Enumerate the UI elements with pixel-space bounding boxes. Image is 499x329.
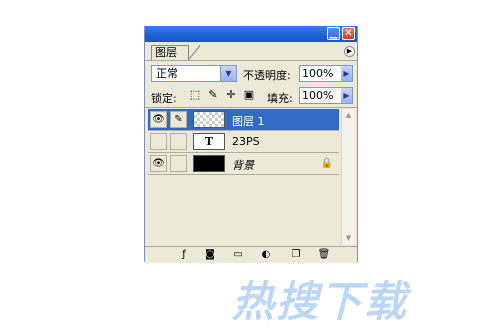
eye-icon[interactable]: 👁 — [150, 111, 167, 128]
lock-image-brush-icon[interactable]: ✎ — [207, 89, 219, 101]
layer-row-1[interactable]: 👁 ✎ 图层 1 — [148, 109, 339, 131]
layer-name: 背景 — [232, 159, 254, 172]
lock-transparent-icon[interactable]: ⬚ — [189, 89, 201, 101]
fill-label: 填充: — [267, 92, 293, 105]
link-toggle-empty[interactable] — [170, 155, 187, 172]
layer-row-23ps[interactable]: T 23PS — [148, 131, 339, 153]
link-toggle-empty[interactable] — [170, 133, 187, 150]
eye-icon[interactable]: 👁 — [150, 155, 167, 172]
layers-panel: ▁ ✕ 图层 ▶ 正常 ▼ 不透明度: 100% ▶ 锁定: ⬚ ✎ ✛ ▣ 填… — [144, 26, 358, 263]
fill-slider-arrow-icon[interactable]: ▶ — [341, 88, 352, 103]
lock-label: 锁定: — [151, 92, 177, 105]
trash-icon[interactable]: 🗑 — [317, 248, 331, 262]
close-button[interactable]: ✕ — [342, 27, 355, 40]
new-group-folder-icon[interactable]: ▭ — [231, 248, 245, 262]
layer-row-background[interactable]: 👁 背景 🔒 — [148, 153, 339, 175]
opacity-field[interactable]: 100% ▶ — [299, 65, 353, 82]
new-layer-icon[interactable]: ❐ — [289, 248, 303, 262]
text-layer-thumbnail-icon: T — [193, 133, 225, 150]
layer-list-scrollbar[interactable]: ▲ ▼ — [341, 109, 355, 245]
add-mask-icon[interactable]: ◙ — [203, 248, 217, 262]
brush-icon[interactable]: ✎ — [170, 111, 187, 128]
blend-mode-value: 正常 — [156, 67, 178, 80]
chevron-down-icon[interactable]: ▼ — [220, 66, 236, 81]
minimize-button[interactable]: ▁ — [327, 27, 340, 40]
layer-style-icon[interactable]: ƒ — [177, 248, 191, 262]
adjustment-layer-icon[interactable]: ◐ — [259, 248, 273, 262]
bottom-toolbar: ƒ ◙ ▭ ◐ ❐ 🗑 — [145, 246, 357, 263]
tab-layers[interactable]: 图层 — [151, 45, 189, 60]
tab-edge — [188, 45, 200, 60]
layer-thumbnail-transparent — [193, 111, 225, 128]
lock-row: 锁定: ⬚ ✎ ✛ ▣ 填充: 100% ▶ — [145, 85, 357, 108]
opacity-label: 不透明度: — [243, 69, 291, 82]
title-bar: ▁ ✕ — [145, 26, 357, 42]
panel-menu-button[interactable]: ▶ — [344, 46, 355, 57]
lock-all-icon[interactable]: ▣ — [243, 89, 255, 101]
visibility-toggle-empty[interactable] — [150, 133, 167, 150]
layer-thumbnail-black — [193, 155, 225, 172]
lock-position-move-icon[interactable]: ✛ — [225, 89, 237, 101]
opacity-value: 100% — [302, 67, 334, 80]
layer-list: 👁 ✎ 图层 1 T 23PS 👁 背景 🔒 — [148, 109, 339, 245]
opacity-slider-arrow-icon[interactable]: ▶ — [341, 66, 352, 81]
tab-row: 图层 ▶ — [145, 42, 357, 61]
scroll-down-icon[interactable]: ▼ — [342, 232, 355, 245]
layer-name: 图层 1 — [232, 115, 265, 128]
scroll-up-icon[interactable]: ▲ — [342, 109, 355, 122]
lock-icon: 🔒 — [320, 158, 333, 169]
blend-mode-select[interactable]: 正常 ▼ — [151, 65, 237, 82]
layer-name: 23PS — [232, 135, 260, 148]
blend-row: 正常 ▼ 不透明度: 100% ▶ — [145, 63, 357, 85]
fill-field[interactable]: 100% ▶ — [299, 87, 353, 104]
fill-value: 100% — [302, 89, 334, 102]
watermark-logo: 热搜下载 — [232, 277, 409, 326]
